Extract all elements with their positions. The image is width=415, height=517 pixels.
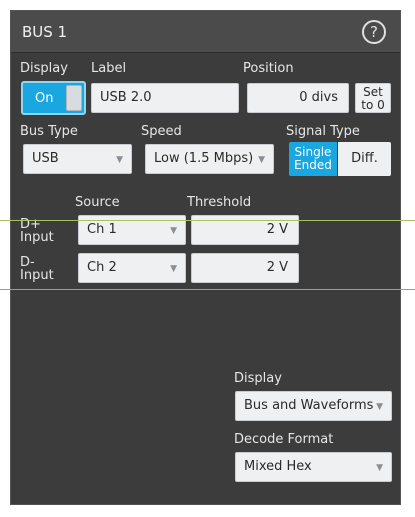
chevron-down-icon: ▼ [170,264,177,274]
d-minus-threshold-input[interactable]: 2 V [191,253,299,283]
set-to-zero-button[interactable]: Set to 0 [355,83,391,113]
diff-option[interactable]: Diff. [338,142,391,176]
display-toggle[interactable]: On [21,81,86,115]
d-minus-source-select[interactable]: Ch 2 ▼ [78,253,186,283]
panel-header: BUS 1 ? [11,11,400,53]
set-button-line2: to 0 [361,98,385,112]
toggle-knob [66,85,82,111]
position-input[interactable]: 0 divs [247,83,349,113]
d-plus-input-label: D+ Input [20,218,54,244]
help-icon[interactable]: ? [362,20,386,44]
chevron-down-icon: ▼ [258,155,265,165]
label-value: USB 2.0 [100,90,152,105]
speed-label: Speed [141,124,182,139]
display-mode-select[interactable]: Bus and Waveforms ▼ [235,391,392,421]
bus-config-panel: BUS 1 ? Display Label Position On USB 2.… [10,10,401,505]
decode-format-value: Mixed Hex [244,459,312,474]
d-minus-input-label: D- Input [20,256,54,282]
label-input[interactable]: USB 2.0 [91,83,239,113]
position-label: Position [243,61,294,76]
signal-type-label: Signal Type [286,124,360,139]
single-ended-option[interactable]: Single Ended [289,142,337,176]
threshold-column-label: Threshold [187,195,252,210]
bus-type-label: Bus Type [20,124,78,139]
display-mode-value: Bus and Waveforms [244,398,374,413]
display-label: Display [20,61,68,76]
waveform-trace-line [0,289,415,290]
d-minus-line2: Input [20,268,54,283]
speed-select[interactable]: Low (1.5 Mbps) ▼ [145,144,274,174]
speed-value: Low (1.5 Mbps) [154,151,254,166]
bus-type-select[interactable]: USB ▼ [23,144,132,174]
label-label: Label [91,61,127,76]
chevron-down-icon: ▼ [376,402,383,412]
source-column-label: Source [75,195,120,210]
d-minus-source-value: Ch 2 [87,260,117,275]
bus-type-value: USB [32,151,59,166]
single-ended-line2: Ended [294,158,332,172]
position-value: 0 divs [299,90,338,105]
chevron-down-icon: ▼ [116,155,123,165]
toggle-state: On [35,91,54,106]
d-minus-threshold-value: 2 V [266,260,288,275]
display-mode-label: Display [234,371,282,386]
signal-type-selector: Single Ended Diff. [289,142,391,176]
waveform-trace-line [0,220,415,221]
panel-title: BUS 1 [22,23,68,41]
chevron-down-icon: ▼ [376,463,383,473]
d-plus-line2: Input [20,230,54,245]
decode-format-label: Decode Format [234,432,334,447]
decode-format-select[interactable]: Mixed Hex ▼ [235,452,392,482]
